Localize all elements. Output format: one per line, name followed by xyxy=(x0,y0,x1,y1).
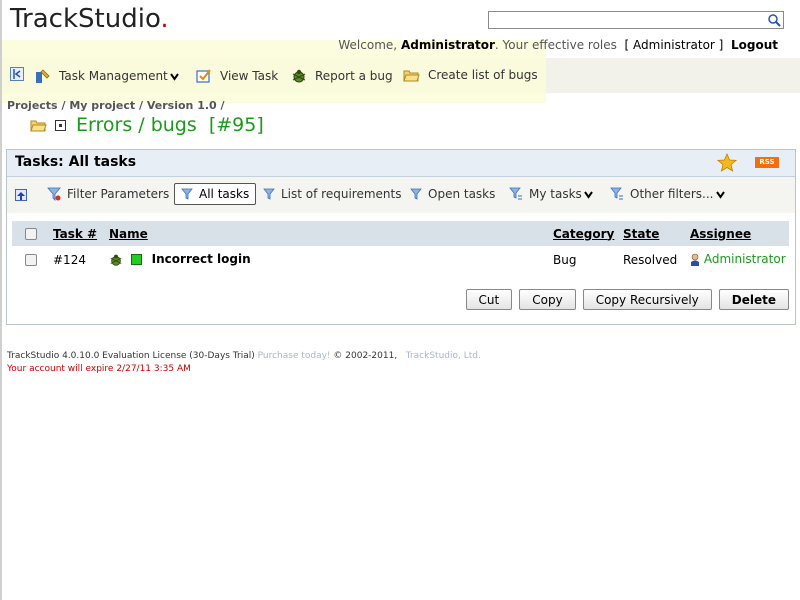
create-bug-list-link[interactable]: Create list of bugs xyxy=(403,68,538,82)
task-state: Resolved xyxy=(623,252,678,267)
welcome-line: Welcome, Administrator. Your effective r… xyxy=(338,38,778,52)
copy-button[interactable]: Copy xyxy=(519,289,576,310)
create-bug-list-label: Create list of bugs xyxy=(428,68,538,82)
breadcrumb-projects[interactable]: Projects xyxy=(7,99,58,112)
task-name-cell: Incorrect login xyxy=(109,246,553,273)
filter-icon xyxy=(263,188,275,200)
logo-dot: . xyxy=(160,4,169,34)
filter-icon xyxy=(410,188,422,200)
copy-recursively-button[interactable]: Copy Recursively xyxy=(582,289,712,310)
task-management-menu[interactable]: Task Management xyxy=(35,68,179,84)
tools-icon xyxy=(36,69,50,83)
task-name-link[interactable]: Incorrect login xyxy=(152,252,251,266)
all-tasks-label: All tasks xyxy=(199,187,250,201)
panel-header: Tasks: All tasks RSS xyxy=(7,150,795,177)
folder-open-icon xyxy=(30,120,47,132)
column-name[interactable]: Name xyxy=(109,221,553,246)
list-of-requirements-filter[interactable]: List of requirements xyxy=(263,187,401,201)
task-assignee-cell: Administrator xyxy=(690,246,789,273)
roles-prefix: . Your effective roles xyxy=(494,38,617,52)
filter-parameters-link[interactable]: Filter Parameters xyxy=(47,187,169,201)
up-level-icon[interactable] xyxy=(15,189,27,201)
roles-value: [ Administrator ] xyxy=(624,38,724,52)
filter-settings-icon xyxy=(47,187,61,201)
view-task-link[interactable]: View Task xyxy=(196,68,278,84)
all-tasks-filter-button[interactable]: All tasks xyxy=(174,183,257,205)
star-icon[interactable] xyxy=(717,153,737,173)
table-header-row: Task # Name Category State Assignee xyxy=(12,221,789,246)
logo-text: TrackStudio xyxy=(10,4,161,34)
collapse-panel-icon[interactable] xyxy=(10,67,24,81)
breadcrumb-my-project[interactable]: My project xyxy=(69,99,135,112)
open-tasks-filter[interactable]: Open tasks xyxy=(410,187,495,201)
page-title-row: Errors / bugs [#95] xyxy=(30,114,264,136)
search-input[interactable] xyxy=(488,11,784,29)
my-tasks-filter-menu[interactable]: My tasks xyxy=(509,187,593,201)
priority-indicator-icon xyxy=(130,254,142,266)
filter-list-icon xyxy=(509,187,522,200)
user-icon xyxy=(691,253,699,266)
action-buttons: Cut Copy Copy Recursively Delete xyxy=(465,289,789,310)
license-text: TrackStudio 4.0.10.0 Evaluation License … xyxy=(7,351,255,361)
page-title: Errors / bugs [#95] xyxy=(76,114,264,136)
checklist-icon xyxy=(196,69,211,83)
breadcrumb-separator: / xyxy=(61,99,66,112)
other-filters-menu[interactable]: Other filters... xyxy=(610,187,725,201)
task-management-label: Task Management xyxy=(59,69,168,83)
chevron-down-icon xyxy=(583,190,593,199)
collapse-toggle-icon[interactable] xyxy=(55,119,66,131)
column-state[interactable]: State xyxy=(623,221,690,246)
chevron-down-icon xyxy=(715,190,725,199)
row-checkbox[interactable] xyxy=(25,254,37,266)
delete-button[interactable]: Delete xyxy=(718,289,789,310)
filter-parameters-label: Filter Parameters xyxy=(67,187,170,201)
select-all-checkbox[interactable] xyxy=(25,228,37,240)
task-category: Bug xyxy=(553,252,577,267)
search-icon[interactable] xyxy=(767,13,781,27)
copyright-text: © 2002-2011, xyxy=(333,351,398,361)
other-filters-label: Other filters... xyxy=(630,187,714,201)
rss-badge[interactable]: RSS xyxy=(755,157,779,168)
logout-link[interactable]: Logout xyxy=(731,38,778,52)
column-assignee[interactable]: Assignee xyxy=(690,221,789,246)
purchase-link[interactable]: Purchase today! xyxy=(258,351,331,361)
filter-list-icon xyxy=(610,187,623,200)
filter-icon xyxy=(181,188,193,200)
bug-icon xyxy=(292,69,306,83)
table-row[interactable]: #124 Incorrect login Bug Resolved Admini… xyxy=(12,246,789,273)
assignee-link[interactable]: Administrator xyxy=(704,252,786,266)
tasks-table: Task # Name Category State Assignee #124… xyxy=(12,221,789,273)
task-number: #124 xyxy=(53,252,86,267)
chevron-down-icon xyxy=(169,72,179,81)
breadcrumb-version[interactable]: Version 1.0 xyxy=(147,99,217,112)
column-category[interactable]: Category xyxy=(553,221,623,246)
company-link[interactable]: TrackStudio, Ltd. xyxy=(406,351,481,361)
report-bug-label: Report a bug xyxy=(315,69,393,83)
user-name: Administrator xyxy=(400,38,495,52)
my-tasks-label: My tasks xyxy=(529,187,582,201)
logo[interactable]: TrackStudio. xyxy=(10,4,169,34)
expire-warning: Your account will expire 2/27/11 3:35 AM xyxy=(7,364,191,374)
welcome-prefix: Welcome, xyxy=(338,38,398,52)
breadcrumb-separator: / xyxy=(138,99,144,112)
breadcrumb-separator: / xyxy=(220,99,225,112)
column-task-number[interactable]: Task # xyxy=(53,221,109,246)
open-tasks-label: Open tasks xyxy=(428,187,496,201)
bug-icon xyxy=(110,254,122,266)
panel-title: Tasks: All tasks xyxy=(15,154,137,170)
folder-icon xyxy=(403,70,420,82)
tasks-panel: Tasks: All tasks RSS Filter Parameters A… xyxy=(6,149,796,325)
breadcrumb: Projects / My project / Version 1.0 / xyxy=(7,99,225,112)
view-task-label: View Task xyxy=(220,69,279,83)
list-of-requirements-label: List of requirements xyxy=(281,187,402,201)
footer: TrackStudio 4.0.10.0 Evaluation License … xyxy=(7,350,481,376)
cut-button[interactable]: Cut xyxy=(465,289,513,310)
report-bug-link[interactable]: Report a bug xyxy=(291,68,393,84)
filter-bar: Filter Parameters All tasks List of requ… xyxy=(7,177,795,213)
